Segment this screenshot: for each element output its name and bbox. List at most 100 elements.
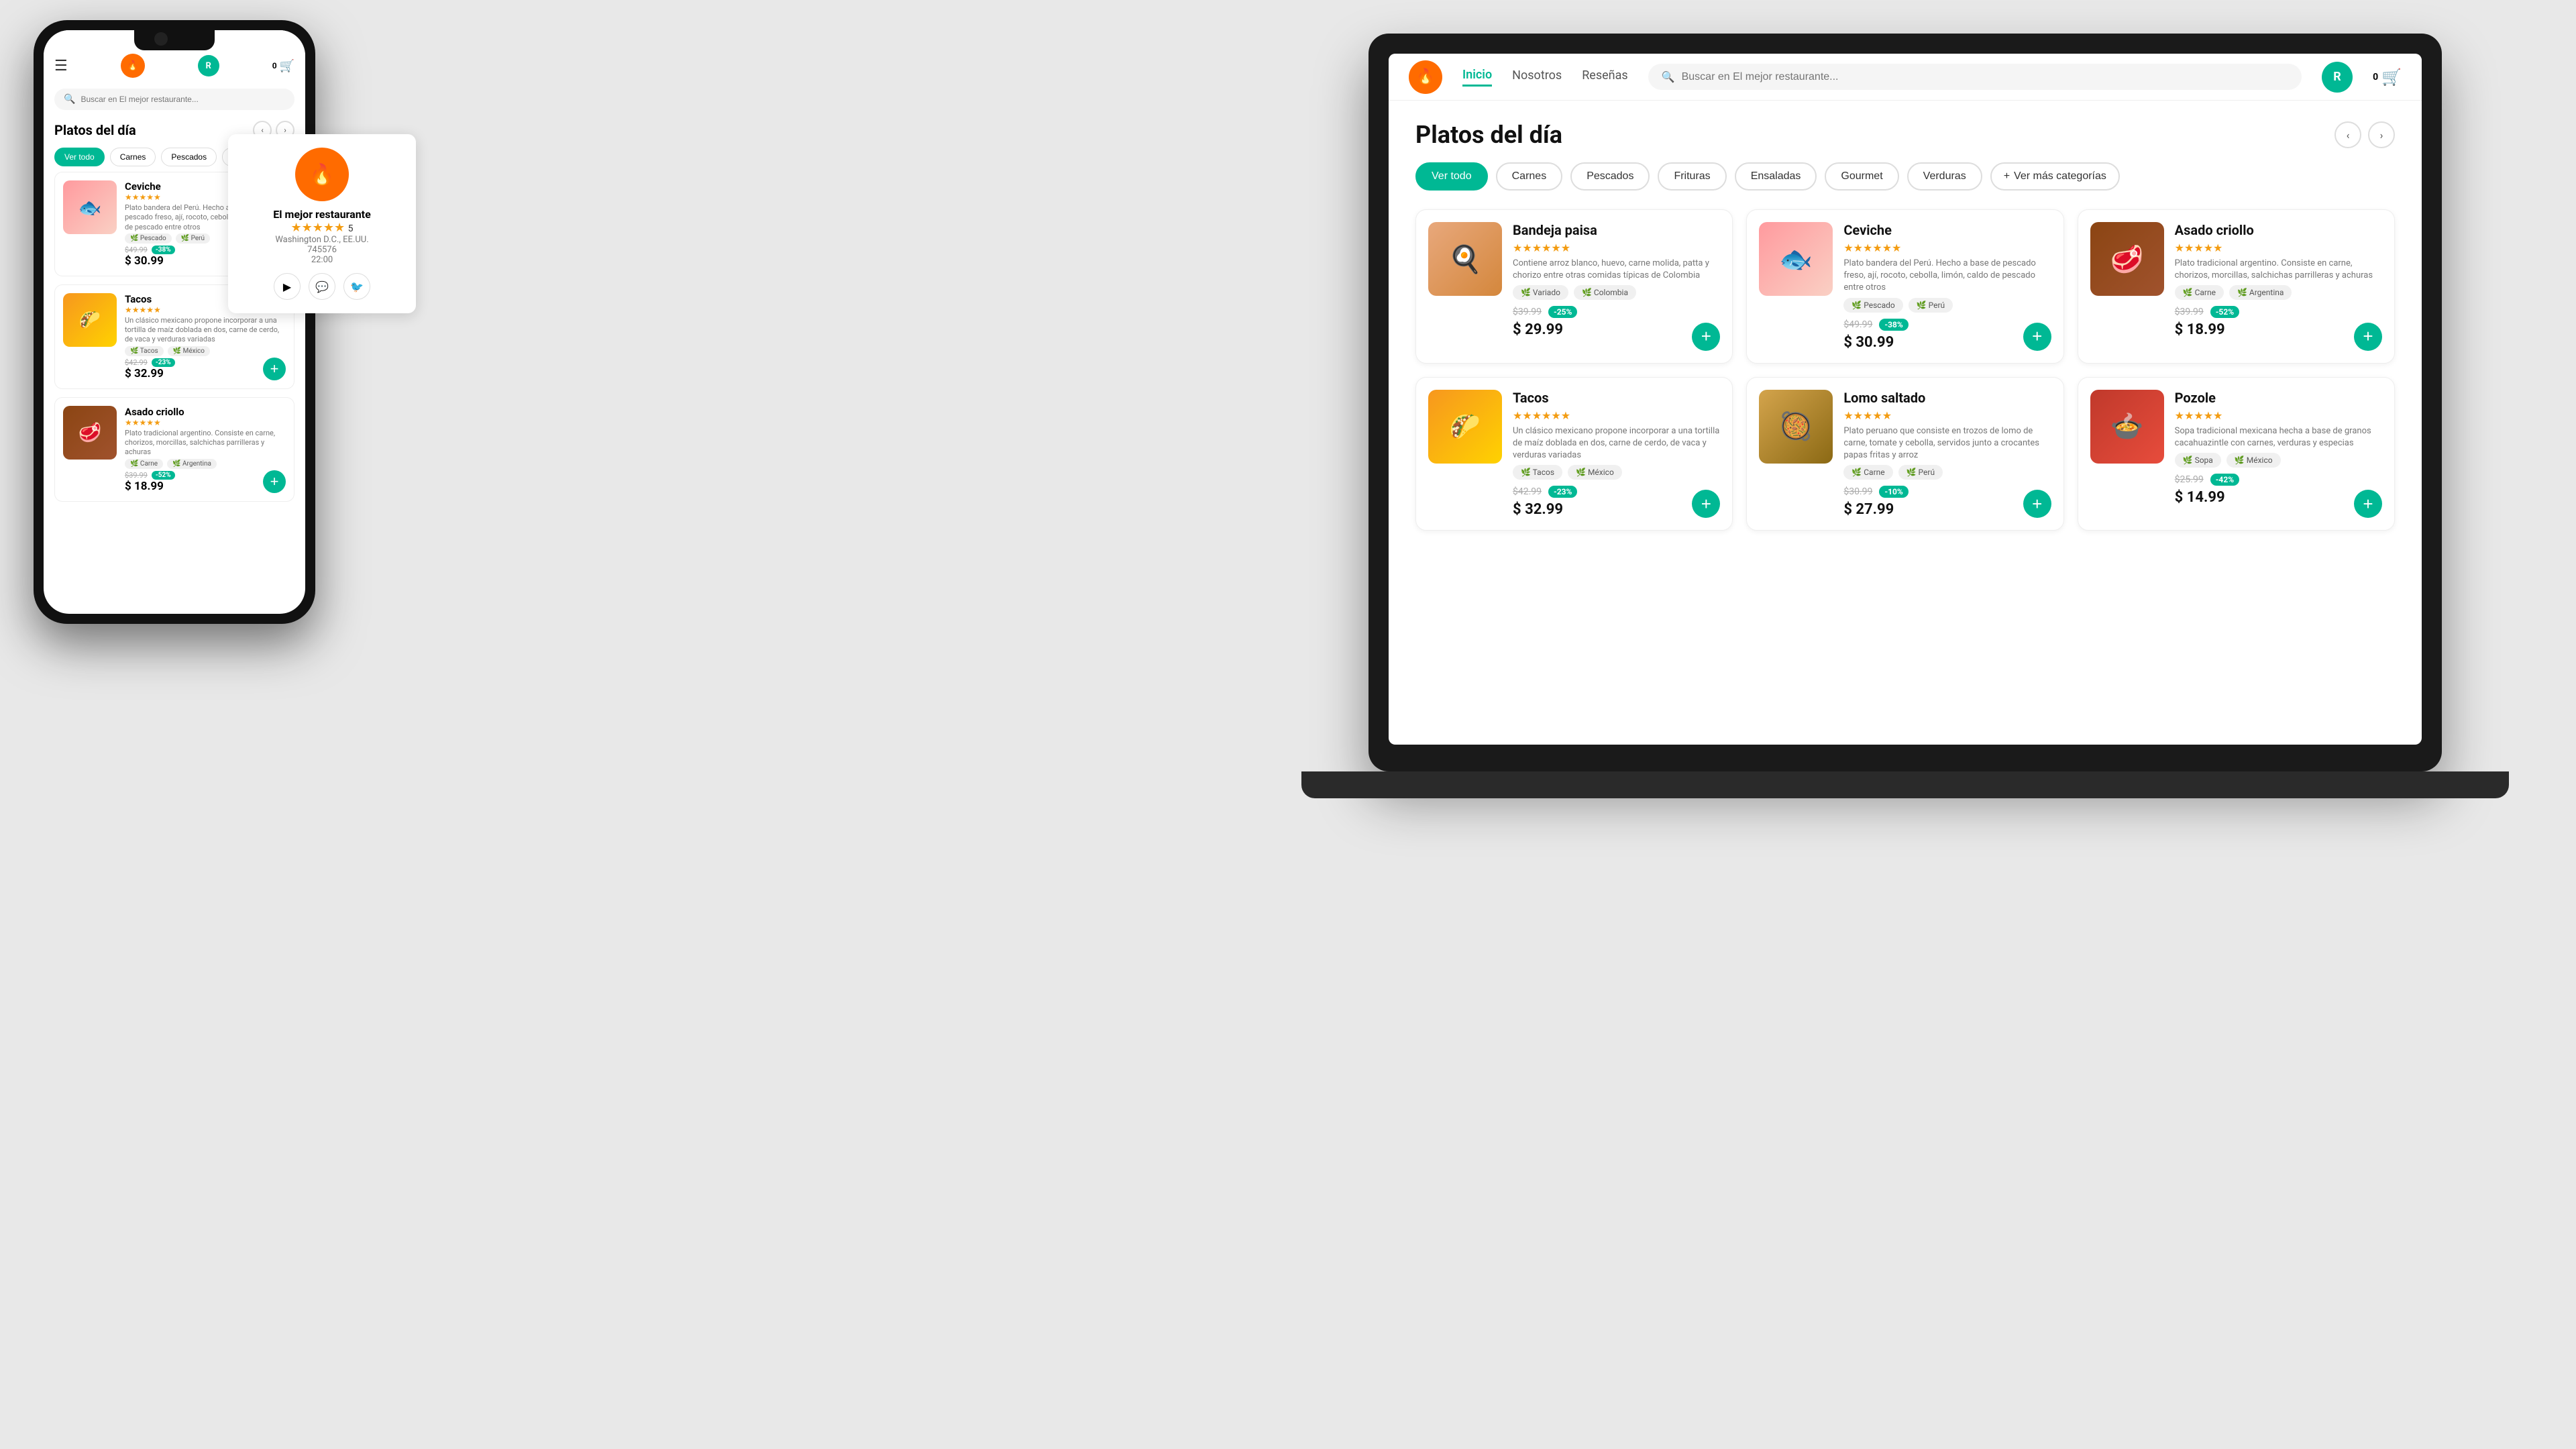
hamburger-icon[interactable]: ☰ [54,58,68,74]
price-new-bandeja: $ 29.99 [1513,321,1720,338]
product-image-lomo: 🥘 [1759,390,1833,464]
price-new-tacos: $ 32.99 [1513,501,1720,518]
product-stars-lomo: ★★★★★ [1843,409,2051,422]
filter-btn-pescados[interactable]: Pescados [1570,162,1650,191]
product-name-ceviche: Ceviche [1843,222,2051,238]
restaurant-name: El mejor restaurante [241,208,402,221]
section-title: Platos del día [1415,121,1562,149]
add-btn-lomo[interactable]: + [2023,490,2051,518]
phone-tag-argentina: 🌿 Argentina [167,459,217,469]
laptop-screen: 🔥 Inicio Nosotros Reseñas 🔍 R 0 🛒 [1389,54,2422,745]
product-image-tacos: 🌮 [1428,390,1502,464]
discount-tacos: -23% [1548,486,1577,498]
product-tags-ceviche: 🌿 Pescado 🌿 Perú [1843,298,2051,313]
phone-discount-tacos: -23% [152,358,175,367]
product-tags-pozole: 🌿 Sopa 🌿 México [2175,453,2382,468]
product-info-asado: Asado criollo ★★★★★ Plato tradicional ar… [2175,222,2382,351]
restaurant-logo: 🔥 [295,148,349,201]
price-new-lomo: $ 27.99 [1843,501,2051,518]
restaurant-panel: 🔥 El mejor restaurante ★★★★★ 5 Washingto… [228,134,416,313]
product-stars-pozole: ★★★★★ [2175,409,2382,422]
phone-filter-all[interactable]: Ver todo [54,148,105,166]
tag-carne-lomo: 🌿 Carne [1843,465,1892,480]
phone-device: ☰ 🔥 R 0 🛒 🔍 Platos del día ‹ › [34,20,315,624]
phone-add-asado[interactable]: + [263,470,286,493]
phone-avatar[interactable]: R [198,55,219,76]
add-btn-bandeja[interactable]: + [1692,323,1720,351]
price-old-asado: $39.99 [2175,307,2204,317]
product-card-tacos: 🌮 Tacos ★★★★★★ Un clásico mexicano propo… [1415,377,1733,531]
add-btn-asado[interactable]: + [2354,323,2382,351]
prev-arrow[interactable]: ‹ [2334,121,2361,148]
phone-cart[interactable]: 0 🛒 [272,59,294,73]
search-input[interactable] [1682,71,2288,83]
nav-link-inicio[interactable]: Inicio [1462,68,1492,87]
price-row-lomo: $30.99 -10% [1843,486,2051,498]
price-old-bandeja: $39.99 [1513,307,1542,317]
search-bar[interactable]: 🔍 [1648,64,2302,90]
phone-add-tacos[interactable]: + [263,358,286,380]
phone-discount-ceviche: -38% [152,246,175,254]
price-row-bandeja: $39.99 -25% [1513,306,1720,318]
phone-name-asado: Asado criollo [125,406,286,418]
price-old-ceviche: $49.99 [1843,319,1872,330]
laptop-device: 🔥 Inicio Nosotros Reseñas 🔍 R 0 🛒 [1368,34,2442,771]
product-card-bandeja: 🍳 Bandeja paisa ★★★★★★ Contiene arroz bl… [1415,209,1733,364]
phone-search-bar[interactable]: 🔍 [54,89,294,110]
navigation-arrows: ‹ › [2334,121,2395,148]
filter-btn-all[interactable]: Ver todo [1415,162,1488,191]
nav-link-resenas[interactable]: Reseñas [1582,68,1628,85]
product-stars-bandeja: ★★★★★★ [1513,241,1720,254]
price-old-tacos: $42.99 [1513,486,1542,497]
phone-filter-carnes[interactable]: Carnes [110,148,156,166]
search-icon: 🔍 [1662,70,1675,83]
filter-btn-carnes[interactable]: Carnes [1496,162,1563,191]
tag-variado: 🌿 Variado [1513,285,1568,300]
tag-mexico-pozole: 🌿 México [2226,453,2281,468]
filter-btn-ensaladas[interactable]: Ensaladas [1735,162,1817,191]
tag-mexico: 🌿 México [1568,465,1622,480]
filter-btn-verduras[interactable]: Verduras [1907,162,1982,191]
restaurant-location: Washington D.C., EE.UU. [241,235,402,245]
nav-link-nosotros[interactable]: Nosotros [1512,68,1562,85]
product-image-ceviche: 🐟 [1759,222,1833,296]
product-name-tacos: Tacos [1513,390,1720,406]
phone-search-input[interactable] [80,95,285,104]
user-avatar[interactable]: R [2322,62,2353,93]
next-arrow[interactable]: › [2368,121,2395,148]
add-btn-ceviche[interactable]: + [2023,323,2051,351]
phone-filter-pescados[interactable]: Pescados [161,148,217,166]
filter-btn-more[interactable]: + Ver más categorías [1990,162,2120,191]
product-tags-lomo: 🌿 Carne 🌿 Perú [1843,465,2051,480]
whatsapp-button[interactable]: 💬 [309,273,335,300]
price-new-ceviche: $ 30.99 [1843,334,2051,351]
restaurant-hours: 22:00 [241,255,402,265]
add-btn-pozole[interactable]: + [2354,490,2382,518]
product-desc-ceviche: Plato bandera del Perú. Hecho a base de … [1843,258,2051,294]
phone-card-asado: 🥩 Asado criollo ★★★★★ Plato tradicional … [54,397,294,502]
cart-icon: 🛒 [2381,68,2402,87]
youtube-button[interactable]: ▶ [274,273,301,300]
phone-discount-asado: -52% [152,471,175,480]
product-card-pozole: 🍲 Pozole ★★★★★ Sopa tradicional mexicana… [2078,377,2395,531]
phone-tag-carne: 🌿 Carne [125,459,163,469]
product-card-asado: 🥩 Asado criollo ★★★★★ Plato tradicional … [2078,209,2395,364]
phone-price-old-asado: $39.99 [125,471,148,480]
product-name-asado: Asado criollo [2175,222,2382,238]
product-image-pozole: 🍲 [2090,390,2164,464]
filter-btn-gourmet[interactable]: Gourmet [1825,162,1898,191]
product-stars-ceviche: ★★★★★★ [1843,241,2051,254]
phone-section-title: Platos del día [54,122,136,138]
discount-bandeja: -25% [1548,306,1577,318]
tag-pescado: 🌿 Pescado [1843,298,1902,313]
discount-ceviche: -38% [1879,319,1908,331]
cart-button[interactable]: 0 🛒 [2373,68,2402,87]
phone-desc-tacos: Un clásico mexicano propone incorporar a… [125,316,286,345]
phone-search-icon: 🔍 [64,94,75,105]
phone-screen: ☰ 🔥 R 0 🛒 🔍 Platos del día ‹ › [44,30,305,614]
filter-btn-frituras[interactable]: Frituras [1658,162,1726,191]
category-filters: Ver todo Carnes Pescados Frituras Ensala… [1415,162,2395,191]
phone-frame: ☰ 🔥 R 0 🛒 🔍 Platos del día ‹ › [34,20,315,624]
product-image-bandeja: 🍳 [1428,222,1502,296]
twitter-button[interactable]: 🐦 [343,273,370,300]
